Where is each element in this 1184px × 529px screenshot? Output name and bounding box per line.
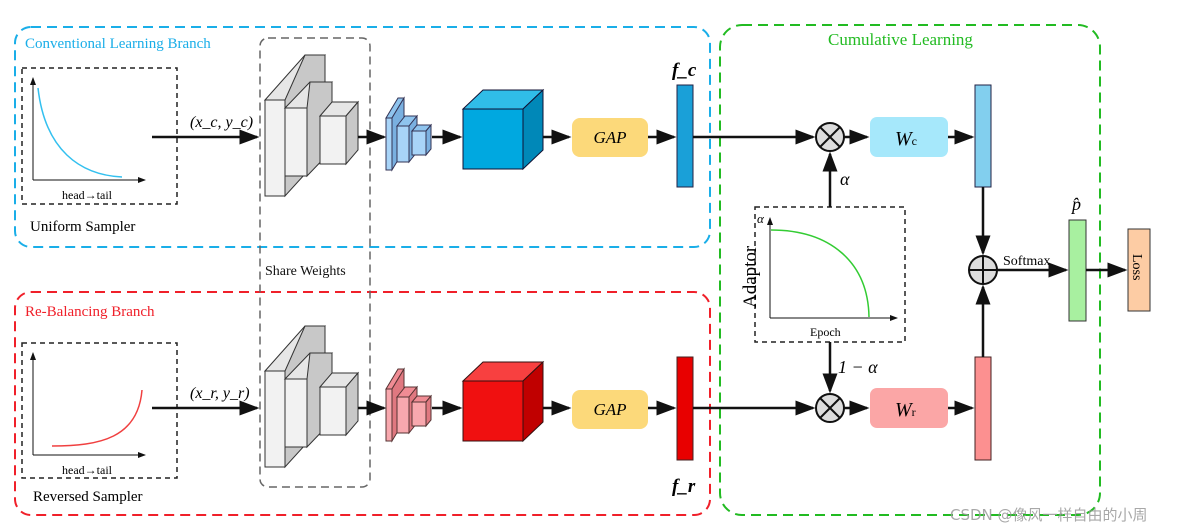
feature-bar-fc — [676, 84, 694, 188]
cumulative-learning-title: Cumulative Learning — [828, 30, 973, 49]
input-xc-yc: (x_c, y_c) — [190, 114, 253, 131]
multiply-icon-top — [815, 122, 845, 152]
svg-text:head→tail: head→tail — [62, 188, 113, 202]
gap-label-top: GAP — [593, 128, 626, 147]
svg-text:head→tail: head→tail — [62, 463, 113, 477]
reversed-sampler-label: Reversed Sampler — [33, 489, 143, 505]
one-minus-alpha-label: 1 − α — [838, 357, 878, 377]
diagram: Conventional Learning Branch Re-Balancin… — [14, 24, 1151, 524]
branch-block-bottom — [385, 367, 433, 443]
loss-label: Loss — [1129, 254, 1144, 280]
logit-bar-top — [974, 84, 992, 188]
p-hat-label: p̂ — [1070, 194, 1081, 214]
uniform-sampler-label: Uniform Sampler — [30, 219, 135, 235]
input-xr-yr: (x_r, y_r) — [190, 385, 250, 402]
prediction-bar — [1068, 219, 1087, 322]
adaptor-plot: α Epoch — [754, 206, 906, 343]
shared-backbone-top — [263, 54, 360, 198]
share-weights-label: Share Weights — [265, 264, 346, 279]
shared-backbone-bottom — [263, 325, 360, 469]
watermark: CSDN @像风一样自由的小周 — [950, 506, 1148, 524]
feature-label-fc: f_c — [672, 60, 697, 81]
feature-cube-bottom — [461, 360, 545, 443]
multiply-icon-bottom — [815, 393, 845, 423]
adaptor-label: Adaptor — [740, 245, 761, 308]
feature-cube-top — [461, 88, 545, 171]
branch-block-top — [385, 96, 433, 172]
feature-bar-fr — [676, 356, 694, 461]
softmax-label: Softmax — [1003, 254, 1050, 269]
feature-label-fr: f_r — [672, 476, 696, 497]
logit-bar-bottom — [974, 356, 992, 461]
reversed-sampler-plot: head→tail — [21, 342, 178, 479]
conventional-branch-title: Conventional Learning Branch — [25, 36, 211, 52]
rebalancing-branch-title: Re-Balancing Branch — [25, 304, 155, 320]
add-icon — [968, 255, 998, 285]
svg-text:α: α — [757, 211, 765, 226]
gap-label-bottom: GAP — [593, 400, 626, 419]
svg-text:Epoch: Epoch — [810, 325, 841, 339]
alpha-label: α — [840, 169, 850, 189]
